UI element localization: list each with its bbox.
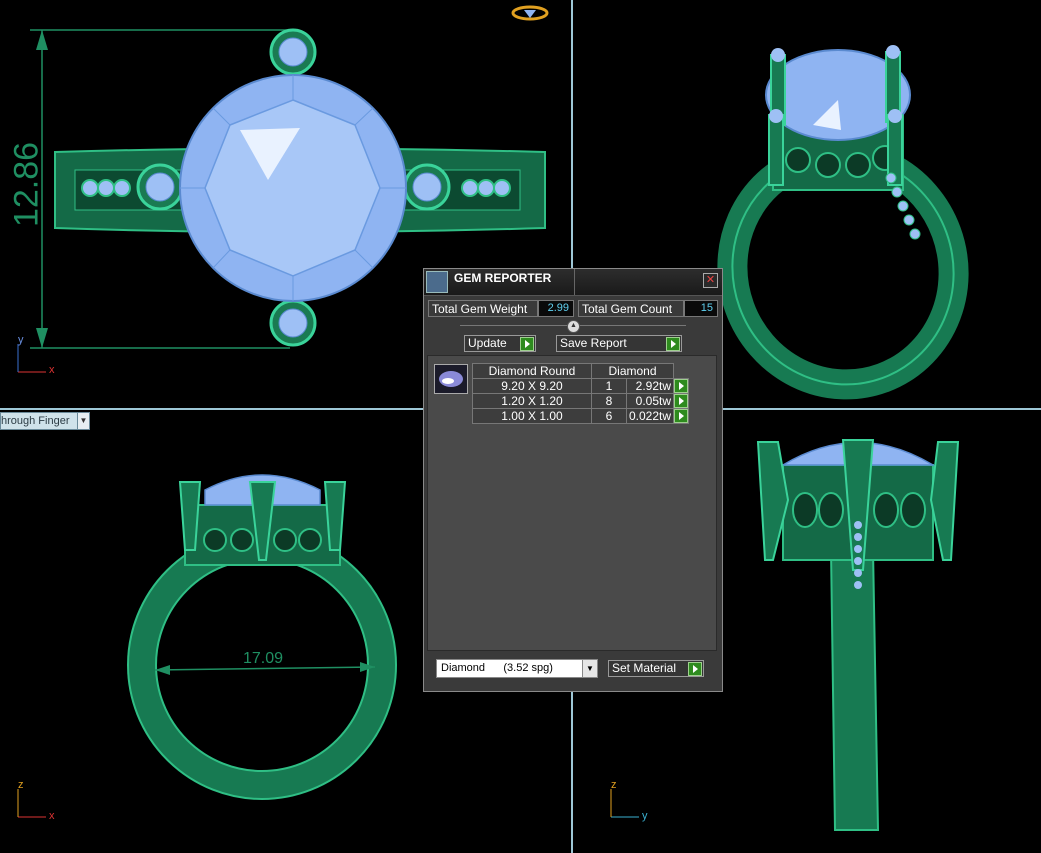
view-mode-dropdown[interactable]: hrough Finger ▼ (0, 412, 90, 430)
update-button-label: Update (468, 336, 507, 350)
gem-reporter-titlebar[interactable]: GEM REPORTER ✕ (424, 269, 722, 296)
axis-label-x: x (49, 364, 55, 376)
header-material: Diamond (590, 363, 675, 379)
table-row[interactable]: 1.00 X 1.00 6 0.022tw (472, 408, 690, 424)
chevron-up-icon[interactable]: ▲ (567, 320, 580, 333)
gem-reporter-icon (426, 271, 448, 293)
gem-thumbnail (434, 364, 468, 394)
play-icon (688, 662, 702, 676)
play-icon[interactable] (674, 379, 689, 393)
view-mode-value: hrough Finger (1, 415, 70, 427)
gem-weight: 0.022tw (625, 408, 675, 424)
total-gem-count-value: 15 (684, 300, 718, 317)
save-report-button[interactable]: Save Report (556, 335, 682, 352)
gem-count: 8 (591, 393, 627, 409)
gem-size: 9.20 X 9.20 (472, 378, 592, 394)
chevron-down-icon[interactable]: ▼ (77, 413, 89, 429)
gem-weight: 0.05tw (625, 393, 675, 409)
axis-label-x-front: x (49, 810, 55, 822)
total-gem-weight-value: 2.99 (538, 300, 574, 317)
gem-size: 1.00 X 1.00 (472, 408, 592, 424)
material-select[interactable]: Diamond (3.52 spg) ▼ (436, 659, 598, 678)
gem-weight: 2.92tw (625, 378, 675, 394)
header-spacer (674, 364, 689, 379)
axis-label-z: z (18, 779, 24, 791)
set-material-button-label: Set Material (612, 661, 677, 675)
axis-label-y-side: y (642, 810, 648, 822)
save-report-button-label: Save Report (560, 336, 627, 350)
play-icon (520, 337, 534, 351)
diameter-dimension-label: 17.09 (243, 650, 284, 667)
close-button[interactable]: ✕ (703, 273, 718, 288)
play-icon (666, 337, 680, 351)
total-gem-count-label: Total Gem Count (578, 300, 684, 317)
row-action[interactable] (673, 393, 690, 409)
chevron-down-icon[interactable]: ▼ (582, 660, 597, 677)
row-action[interactable] (673, 408, 690, 424)
play-icon[interactable] (674, 394, 689, 408)
header-shape: Diamond Round (472, 363, 592, 379)
gem-count: 6 (591, 408, 627, 424)
gem-table: Diamond Round Diamond 9.20 X 9.20 1 2.92… (472, 363, 690, 424)
play-icon[interactable] (674, 409, 689, 423)
axis-label-z-side: z (611, 779, 617, 791)
row-action[interactable] (673, 378, 690, 394)
table-row[interactable]: 1.20 X 1.20 8 0.05tw (472, 393, 690, 409)
gem-report-area: Diamond Round Diamond 9.20 X 9.20 1 2.92… (427, 355, 717, 651)
update-button[interactable]: Update (464, 335, 536, 352)
height-dimension-label: 12.86 (7, 141, 46, 228)
gem-size: 1.20 X 1.20 (472, 393, 592, 409)
gem-table-header: Diamond Round Diamond (472, 363, 689, 379)
gem-count: 1 (591, 378, 627, 394)
table-row[interactable]: 9.20 X 9.20 1 2.92tw (472, 378, 690, 394)
set-material-button[interactable]: Set Material (608, 660, 704, 677)
gem-reporter-title: GEM REPORTER (454, 271, 552, 285)
material-select-value: Diamond (3.52 spg) (441, 662, 553, 674)
gem-reporter-panel[interactable]: GEM REPORTER ✕ Total Gem Weight 2.99 Tot… (423, 268, 723, 692)
total-gem-weight-label: Total Gem Weight (428, 300, 538, 317)
axis-label-y: y (18, 334, 24, 346)
